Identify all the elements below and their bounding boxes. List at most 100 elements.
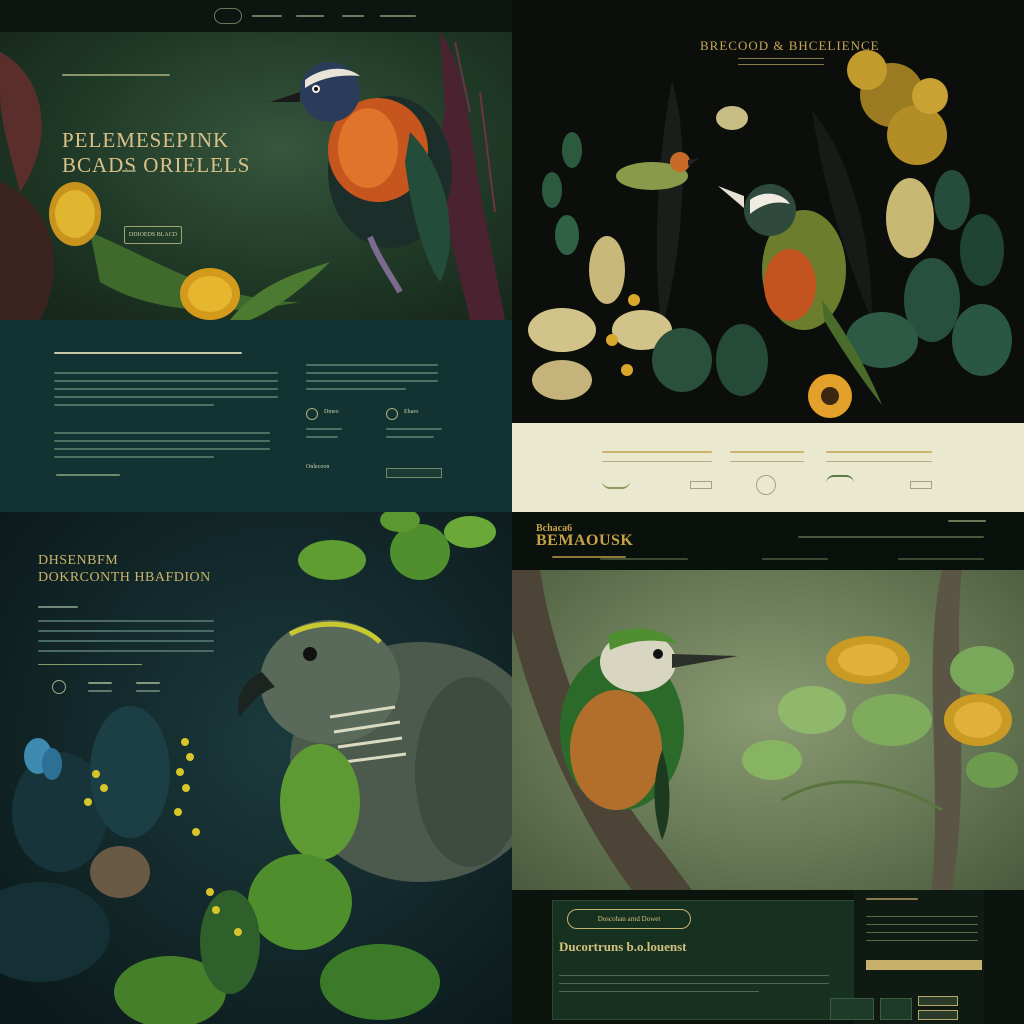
nav-link[interactable] xyxy=(136,690,160,692)
text-line xyxy=(386,428,442,430)
text-line xyxy=(559,991,759,992)
hero-subtitle xyxy=(62,74,170,76)
text-line xyxy=(56,474,120,476)
text-line xyxy=(54,440,270,442)
leaf-icon xyxy=(280,744,360,860)
subscribe-button[interactable] xyxy=(386,468,442,478)
nav-link[interactable] xyxy=(296,15,324,17)
footer-heading xyxy=(730,451,804,453)
section-heading xyxy=(54,352,242,354)
text-line xyxy=(54,456,214,458)
input-field[interactable] xyxy=(918,996,958,1006)
leaf-icon xyxy=(778,686,846,734)
leaf-icon xyxy=(444,516,496,548)
divider xyxy=(38,664,142,665)
text-line xyxy=(559,975,829,976)
hero-section: PELEMESEPINK BCADS ORIELELS DDIOEDS BLAC… xyxy=(0,32,512,320)
footer-heading xyxy=(602,451,712,453)
text-line xyxy=(54,372,278,374)
hero-title: DHSENBFM DOKRCONTH HBAFDION xyxy=(38,552,211,586)
logo-icon[interactable] xyxy=(214,8,242,24)
text-line xyxy=(306,372,438,374)
text-line xyxy=(54,404,214,406)
hero-tagline xyxy=(122,170,136,172)
leaf-icon xyxy=(852,694,932,746)
play-icon[interactable] xyxy=(52,680,66,694)
leaf-icon xyxy=(0,52,42,192)
leaf-link-icon[interactable] xyxy=(826,475,854,483)
text-line xyxy=(54,448,270,450)
leaf-icon xyxy=(532,360,592,400)
leaf-icon xyxy=(528,308,596,352)
info-icon[interactable] xyxy=(386,408,398,420)
leaf-icon xyxy=(0,182,55,320)
leaf-icon xyxy=(390,524,450,580)
nav-link[interactable] xyxy=(88,690,112,692)
nav-link[interactable] xyxy=(798,536,984,538)
nav-link[interactable] xyxy=(88,682,112,684)
leaf-icon xyxy=(886,178,934,258)
pill-button[interactable]: Doscohan arnd Dowet xyxy=(567,909,691,929)
footer-heading xyxy=(826,451,932,453)
action-button[interactable] xyxy=(880,998,912,1020)
hero-title-line-2: DOKRCONTH HBAFDION xyxy=(38,570,211,585)
hero-title-line-1: PELEMESEPINK xyxy=(62,128,230,152)
nav-link[interactable] xyxy=(762,558,828,560)
nav-link[interactable] xyxy=(380,15,416,17)
hero-title-line-1: DHSENBFM xyxy=(38,553,119,568)
text-line xyxy=(38,606,78,608)
card-title: Ducortruns b.o.louenst xyxy=(559,939,687,954)
text-line xyxy=(306,428,342,430)
leaf-icon xyxy=(950,646,1014,694)
panel-bottom-left: DHSENBFM DOKRCONTH HBAFDION xyxy=(0,512,512,1024)
text-line xyxy=(866,898,918,900)
text-line xyxy=(386,436,434,438)
text-line xyxy=(306,364,438,366)
text-line xyxy=(306,436,338,438)
leaf-icon xyxy=(652,328,712,392)
nav-link[interactable] xyxy=(600,558,688,560)
text-line xyxy=(866,940,978,941)
feature-label: Ebaro xyxy=(404,409,419,415)
text-line xyxy=(54,388,278,390)
feature-label: Dmeo xyxy=(324,409,339,415)
cream-footer xyxy=(512,423,1024,512)
text-line xyxy=(38,630,214,632)
text-line xyxy=(866,932,978,933)
footer-link[interactable]: Onlecoon xyxy=(306,464,329,470)
input-field[interactable] xyxy=(918,1010,958,1020)
info-icon[interactable] xyxy=(306,408,318,420)
sidebar-panel xyxy=(830,890,984,1024)
footer-button[interactable] xyxy=(910,481,932,489)
leaf-icon xyxy=(934,170,970,230)
text-line xyxy=(602,461,712,462)
text-line xyxy=(54,396,278,398)
text-line xyxy=(866,924,978,925)
nav-link[interactable] xyxy=(342,15,364,17)
action-button[interactable] xyxy=(830,998,874,1020)
nav-link[interactable] xyxy=(898,558,984,560)
leaf-icon xyxy=(320,944,440,1020)
play-icon[interactable] xyxy=(756,475,776,495)
text-line xyxy=(38,640,214,642)
nav-link[interactable] xyxy=(252,15,282,17)
panel-top-left: PELEMESEPINK BCADS ORIELELS DDIOEDS BLAC… xyxy=(0,0,512,512)
brand-logo-main[interactable]: BEMAOUSK xyxy=(536,532,633,550)
highlight-bar[interactable] xyxy=(866,960,982,970)
bird-icon[interactable] xyxy=(602,481,630,489)
butterfly-icon xyxy=(90,846,150,898)
nav-link[interactable] xyxy=(136,682,160,684)
text-line xyxy=(54,380,278,382)
bird-illustration xyxy=(270,62,452,294)
flower-icon xyxy=(847,50,948,165)
leaf-icon xyxy=(200,890,260,994)
hero-title-line-2: BCADS ORIELELS xyxy=(62,153,251,177)
nav-link[interactable] xyxy=(948,520,986,522)
footer-button[interactable] xyxy=(690,481,712,489)
text-line xyxy=(38,620,214,622)
text-line xyxy=(38,650,214,652)
top-navbar xyxy=(0,0,512,32)
flower-icon xyxy=(826,636,910,684)
leaf-icon xyxy=(90,706,170,838)
hero-cta-button[interactable]: DDIOEDS BLACD xyxy=(124,226,182,244)
